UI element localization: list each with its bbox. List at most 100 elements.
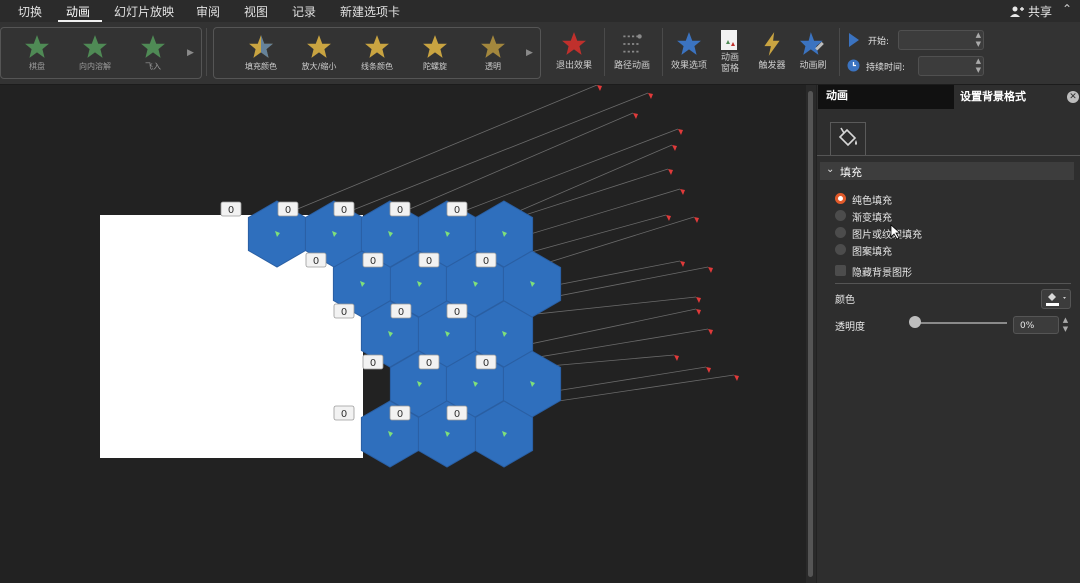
spinner-arrows-icon[interactable]: ▲ ▼	[976, 57, 981, 75]
order-badge-label: 0	[454, 307, 460, 318]
clock-icon	[847, 59, 860, 72]
transparency-label: 透明度	[835, 322, 865, 333]
separator	[839, 28, 840, 76]
canvas-scrollbar[interactable]	[806, 85, 816, 583]
order-badge-label: 0	[313, 256, 319, 267]
chevron-down-icon: ⌄	[826, 164, 835, 175]
radio[interactable]	[835, 227, 846, 238]
end-marker-icon	[696, 309, 701, 315]
order-badge-label: 0	[454, 205, 460, 216]
emphasis-gallery: 填充颜色 放大/缩小 线条颜色 陀螺旋 透明 ▶	[213, 27, 541, 79]
entrance-star-icon	[25, 35, 49, 58]
mouse-cursor-icon	[890, 224, 902, 240]
color-label: 颜色	[835, 295, 855, 306]
end-marker-icon	[668, 169, 673, 175]
effect-transparency[interactable]: 透明	[463, 34, 523, 72]
hexagon-layer: 0 0 0 0 0 0 0 0 0 0 0 0 0 0 0 0 0 0	[220, 85, 739, 468]
effect-star-icon	[677, 32, 701, 55]
motion-path-line	[446, 128, 679, 218]
duration-input[interactable]: ▲ ▼	[918, 56, 984, 76]
order-badge-label: 0	[285, 205, 291, 216]
share-button[interactable]: 共享	[1010, 3, 1052, 20]
separator	[206, 28, 207, 76]
path-animation-button[interactable]: 路径动画	[602, 31, 662, 71]
tab-review[interactable]: 审阅	[196, 3, 220, 20]
effect-label: 放大/缩小	[301, 62, 337, 71]
effect-label: 填充颜色	[245, 62, 277, 71]
radio-selected[interactable]	[835, 193, 846, 204]
tab-new[interactable]: 新建选项卡	[340, 3, 400, 20]
spinner-arrows-icon[interactable]: ▲ ▼	[1060, 316, 1071, 336]
collapse-ribbon-icon[interactable]: ⌃	[1062, 2, 1072, 16]
end-marker-icon	[648, 93, 653, 99]
motion-path-icon	[623, 34, 642, 53]
effect-dissolve-in[interactable]: 向内溶解	[65, 34, 125, 72]
exit-effects-button[interactable]: 退出效果	[544, 31, 604, 71]
format-background-pane: 动画 设置背景格式 ✕ ⌄ 填充 纯色填充 渐变填充 图片或纹理填充 图案填充 …	[817, 85, 1080, 583]
motion-path-line	[389, 112, 634, 218]
fill-section-header[interactable]: ⌄ 填充	[820, 162, 1074, 180]
end-marker-icon	[708, 329, 713, 335]
order-badge-label: 0	[341, 409, 347, 420]
order-badge-label: 0	[341, 205, 347, 216]
effect-grow-shrink[interactable]: 放大/缩小	[289, 34, 349, 72]
checkbox[interactable]	[835, 265, 846, 276]
exit-effects-label: 退出效果	[555, 61, 592, 71]
order-badge-label: 0	[370, 358, 376, 369]
entrance-star-icon	[83, 35, 107, 58]
duration-label: 持续时间:	[866, 63, 906, 73]
animation-painter-label: 动画刷	[799, 61, 827, 71]
tab-record[interactable]: 记录	[292, 3, 316, 20]
order-badge-label: 0	[370, 256, 376, 267]
end-marker-icon	[694, 217, 699, 223]
transparency-slider[interactable]	[915, 322, 1007, 324]
option-label: 渐变填充	[852, 213, 892, 224]
order-badge-label: 0	[397, 205, 403, 216]
radio[interactable]	[835, 244, 846, 255]
order-badge-label: 0	[483, 256, 489, 267]
tab-slideshow[interactable]: 幻灯片放映	[114, 3, 174, 20]
start-select[interactable]: ▲ ▼	[898, 30, 984, 50]
end-marker-icon	[633, 113, 638, 119]
share-label: 共享	[1027, 5, 1052, 19]
motion-path-line	[333, 92, 649, 218]
option-label: 纯色填充	[852, 196, 892, 207]
effect-label: 棋盘	[29, 62, 45, 71]
entrance-star-icon	[141, 35, 165, 58]
effect-line-color[interactable]: 线条颜色	[347, 34, 407, 72]
tab-animations[interactable]: 动画	[66, 3, 90, 20]
checkbox-label: 隐藏背景图形	[852, 268, 912, 279]
transparency-input[interactable]: 0%	[1013, 316, 1059, 334]
exit-star-icon	[562, 32, 586, 55]
add-person-icon	[1010, 6, 1025, 17]
end-marker-icon	[672, 145, 677, 151]
divider	[835, 283, 1071, 284]
tab-view[interactable]: 视图	[244, 3, 268, 20]
color-picker-button[interactable]	[1041, 289, 1071, 309]
slider-handle[interactable]	[909, 316, 921, 328]
close-icon[interactable]: ✕	[1067, 91, 1079, 103]
fill-tab[interactable]	[830, 122, 866, 155]
play-icon	[849, 33, 859, 47]
radio[interactable]	[835, 210, 846, 221]
gallery-scroll-icon[interactable]: ▶	[187, 48, 194, 58]
spinner-arrows-icon[interactable]: ▲ ▼	[976, 31, 981, 49]
pane-tab-animation[interactable]: 动画	[818, 85, 954, 109]
option-label: 图案填充	[852, 247, 892, 258]
scrollbar-thumb[interactable]	[808, 91, 813, 577]
ribbon: 棋盘 向内溶解 飞入 ▶ 填充颜色 放大/缩小 线条颜色 陀螺旋 透明 ▶ 退出…	[0, 22, 1080, 85]
effect-fly-in[interactable]: 飞入	[123, 34, 183, 72]
tab-transitions[interactable]: 切换	[18, 3, 42, 20]
order-badge-label: 0	[426, 256, 432, 267]
effect-checkerboard[interactable]: 棋盘	[7, 34, 67, 72]
pane-tab-format-background[interactable]: 设置背景格式	[960, 88, 1026, 104]
end-marker-icon	[680, 261, 685, 267]
order-badge-label: 0	[426, 358, 432, 369]
gallery-scroll-icon[interactable]: ▶	[526, 48, 533, 58]
effect-spin[interactable]: 陀螺旋	[405, 34, 465, 72]
end-marker-icon	[680, 189, 685, 195]
end-marker-icon	[708, 267, 713, 273]
option-label: 图片或纹理填充	[852, 230, 922, 241]
animation-painter-button[interactable]: 动画刷	[783, 31, 843, 71]
effect-fill-color[interactable]: 填充颜色	[231, 34, 291, 72]
